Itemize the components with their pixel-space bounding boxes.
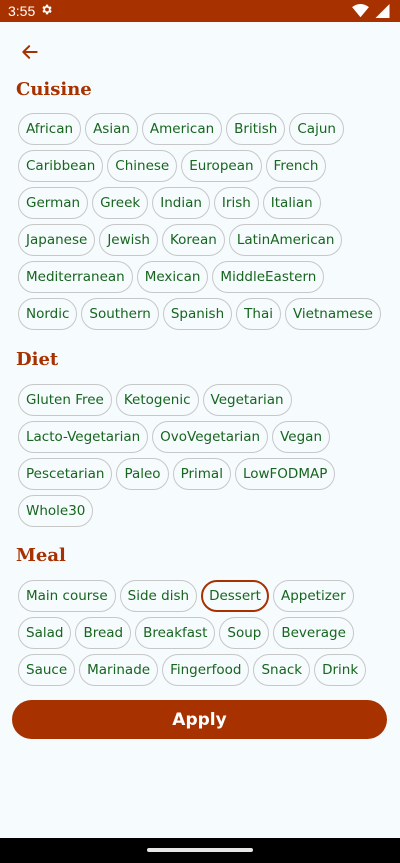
chip-snack[interactable]: Snack <box>253 654 311 686</box>
chip-salad[interactable]: Salad <box>18 617 72 649</box>
chip-french[interactable]: French <box>265 150 327 182</box>
chip-irish[interactable]: Irish <box>213 187 259 219</box>
back-button[interactable] <box>18 42 42 66</box>
chip-vegetarian[interactable]: Vegetarian <box>202 384 292 416</box>
chip-african[interactable]: African <box>18 113 82 145</box>
chip-ketogenic[interactable]: Ketogenic <box>115 384 199 416</box>
chip-fingerfood[interactable]: Fingerfood <box>162 654 250 686</box>
chip-italian[interactable]: Italian <box>262 187 321 219</box>
chip-gluten-free[interactable]: Gluten Free <box>18 384 112 416</box>
chip-drink[interactable]: Drink <box>314 654 367 686</box>
meal-chips: Main course Side dish Dessert Appetizer Sala… <box>18 580 382 686</box>
chip-lacto-vegetarian[interactable]: Lacto-Vegetarian <box>18 421 149 453</box>
chip-pescetarian[interactable]: Pescetarian <box>18 458 113 490</box>
chip-caribbean[interactable]: Caribbean <box>18 150 104 182</box>
chip-indian[interactable]: Indian <box>152 187 210 219</box>
status-bar: 3:55 <box>0 0 400 22</box>
navigation-bar <box>0 838 400 863</box>
chip-mexican[interactable]: Mexican <box>136 261 209 293</box>
chip-lowfodmap[interactable]: LowFODMAP <box>234 458 336 490</box>
chip-british[interactable]: British <box>226 113 286 145</box>
wifi-icon <box>352 4 369 18</box>
status-time: 3:55 <box>8 3 36 19</box>
chip-primal[interactable]: Primal <box>172 458 231 490</box>
chip-spanish[interactable]: Spanish <box>162 298 233 330</box>
chip-sauce[interactable]: Sauce <box>18 654 76 686</box>
chip-german[interactable]: German <box>18 187 89 219</box>
chip-cajun[interactable]: Cajun <box>289 113 344 145</box>
chip-appetizer[interactable]: Appetizer <box>272 580 354 612</box>
chip-european[interactable]: European <box>181 150 262 182</box>
chip-jewish[interactable]: Jewish <box>99 224 158 256</box>
meal-title: Meal <box>16 545 66 566</box>
status-right <box>352 4 390 18</box>
chip-vegan[interactable]: Vegan <box>272 421 331 453</box>
chip-middleeastern[interactable]: MiddleEastern <box>212 261 325 293</box>
chip-whole30[interactable]: Whole30 <box>18 495 94 527</box>
arrow-left-icon <box>20 42 40 67</box>
chip-main-course[interactable]: Main course <box>18 580 116 612</box>
chip-marinade[interactable]: Marinade <box>79 654 159 686</box>
chip-soup[interactable]: Soup <box>219 617 270 649</box>
chip-dessert[interactable]: Dessert <box>201 580 269 612</box>
chip-side-dish[interactable]: Side dish <box>119 580 198 612</box>
chip-paleo[interactable]: Paleo <box>116 458 169 490</box>
chip-bread[interactable]: Bread <box>75 617 132 649</box>
chip-breakfast[interactable]: Breakfast <box>135 617 216 649</box>
diet-title: Diet <box>16 349 59 370</box>
chip-japanese[interactable]: Japanese <box>18 224 96 256</box>
chip-american[interactable]: American <box>141 113 223 145</box>
chip-ovovegetarian[interactable]: OvoVegetarian <box>152 421 269 453</box>
diet-chips: Gluten Free Ketogenic Vegetarian Lacto-Vege… <box>18 384 382 527</box>
chip-latinamerican[interactable]: LatinAmerican <box>228 224 343 256</box>
cuisine-chips: African Asian American British Cajun Caribbea… <box>18 113 382 330</box>
home-indicator[interactable] <box>147 848 253 852</box>
status-left: 3:55 <box>8 3 53 19</box>
signal-icon <box>375 4 390 18</box>
chip-greek[interactable]: Greek <box>92 187 149 219</box>
chip-korean[interactable]: Korean <box>161 224 225 256</box>
chip-thai[interactable]: Thai <box>236 298 281 330</box>
chip-nordic[interactable]: Nordic <box>18 298 78 330</box>
cuisine-title: Cuisine <box>16 79 92 100</box>
chip-beverage[interactable]: Beverage <box>273 617 354 649</box>
gear-icon <box>40 3 53 19</box>
chip-mediterranean[interactable]: Mediterranean <box>18 261 133 293</box>
chip-vietnamese[interactable]: Vietnamese <box>284 298 381 330</box>
chip-chinese[interactable]: Chinese <box>107 150 178 182</box>
apply-button[interactable]: Apply <box>12 700 387 739</box>
chip-southern[interactable]: Southern <box>81 298 159 330</box>
chip-asian[interactable]: Asian <box>85 113 138 145</box>
